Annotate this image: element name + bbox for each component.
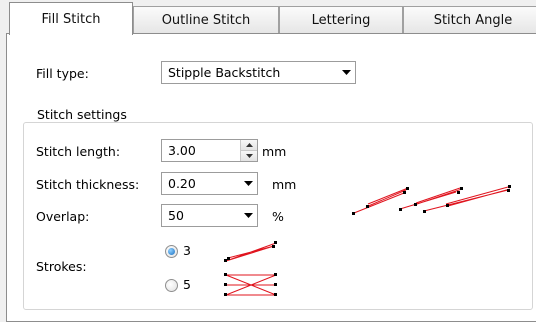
strokes-3-label: 3 (183, 243, 191, 258)
chevron-down-icon (239, 205, 257, 226)
spin-up-icon[interactable] (241, 140, 257, 151)
spin-down-icon[interactable] (241, 150, 257, 161)
strokes-3-preview-icon (224, 241, 277, 262)
overlap-dropdown[interactable]: 50 (161, 204, 258, 227)
tab-lettering[interactable]: Lettering (279, 6, 403, 33)
stitch-thickness-unit: mm (272, 177, 297, 192)
strokes-3-radio[interactable] (165, 245, 178, 258)
stitch-thickness-label: Stitch thickness: (36, 177, 140, 192)
tab-label: Outline Stitch (161, 12, 251, 28)
stitch-thickness-value: 0.20 (168, 176, 196, 191)
stitch-thickness-dropdown[interactable]: 0.20 (161, 172, 258, 195)
tab-label: Fill Stitch (41, 11, 101, 27)
backstitch-preview-icon (352, 185, 511, 215)
stitch-settings-title: Stitch settings (33, 107, 131, 122)
stitch-length-spinner (240, 140, 257, 161)
strokes-5-preview-icon (224, 273, 277, 296)
strokes-label: Strokes: (36, 259, 87, 274)
stitch-length-label: Stitch length: (36, 144, 121, 159)
tab-strip: Fill Stitch Outline Stitch Lettering Sti… (0, 0, 536, 35)
tab-fill-stitch[interactable]: Fill Stitch (9, 2, 133, 35)
strokes-5-label: 5 (183, 277, 191, 292)
tab-label: Stitch Angle (433, 12, 513, 28)
stitch-length-unit: mm (262, 144, 287, 159)
fill-type-label: Fill type: (36, 66, 89, 81)
overlap-value: 50 (168, 208, 184, 223)
tab-stitch-angle[interactable]: Stitch Angle (403, 6, 536, 33)
strokes-5-radio[interactable] (165, 279, 178, 292)
overlap-label: Overlap: (36, 209, 90, 224)
fill-type-value: Stipple Backstitch (168, 65, 281, 80)
chevron-down-icon (239, 173, 257, 194)
chevron-down-icon (337, 62, 355, 83)
fill-type-dropdown[interactable]: Stipple Backstitch (161, 61, 356, 84)
tab-label: Lettering (311, 12, 371, 28)
tab-outline-stitch[interactable]: Outline Stitch (133, 6, 279, 33)
stitch-length-spinbox[interactable]: 3.00 (161, 139, 258, 162)
overlap-unit: % (272, 209, 284, 224)
